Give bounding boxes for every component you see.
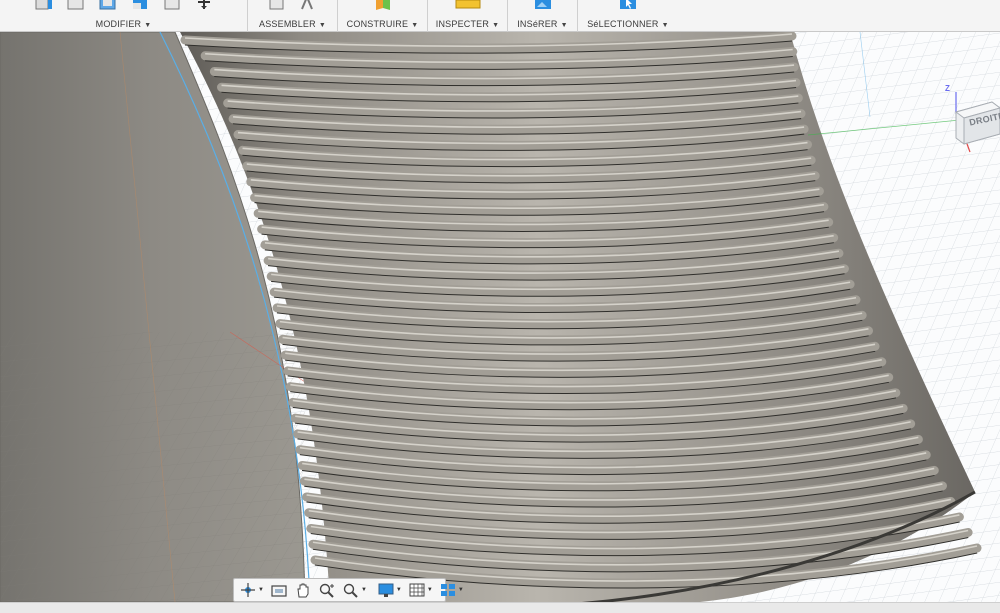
joint-icon[interactable] xyxy=(299,0,319,10)
construire-icons xyxy=(338,0,427,12)
measure-icon[interactable] xyxy=(455,0,481,10)
chevron-down-icon: ▼ xyxy=(318,22,326,29)
grid-settings-button[interactable]: ▼ xyxy=(406,580,435,600)
pan-button[interactable] xyxy=(292,580,314,600)
offset-plane-icon[interactable] xyxy=(373,0,393,10)
look-at-button[interactable] xyxy=(268,580,290,600)
viewports-button[interactable]: ▼ xyxy=(437,580,466,600)
fit-icon xyxy=(343,583,358,598)
group-label-selectionner: SéLECTIONNER ▼ xyxy=(587,19,669,29)
group-assembler[interactable]: ASSEMBLER ▼ xyxy=(248,0,338,32)
chevron-down-icon: ▼ xyxy=(395,587,402,593)
modifier-icons xyxy=(0,0,247,12)
group-inserer[interactable]: INSéRER ▼ xyxy=(508,0,578,32)
chevron-down-icon: ▼ xyxy=(426,587,433,593)
chevron-down-icon: ▼ xyxy=(492,22,500,29)
canvas-viewport[interactable]: DROITE Z X xyxy=(0,32,1000,602)
pan-icon xyxy=(297,583,309,598)
selectionner-icons xyxy=(578,0,678,12)
select-icon[interactable] xyxy=(618,0,638,10)
toolbar-ribbon: MODIFIER ▼ ASSEMBLER ▼ CONSTRUIRE ▼ INSPECT… xyxy=(0,0,1000,32)
insert-image-icon[interactable] xyxy=(533,0,553,10)
group-label-inspecter: INSPECTER ▼ xyxy=(435,19,500,29)
group-modifier[interactable]: MODIFIER ▼ xyxy=(0,0,248,32)
model-scene[interactable] xyxy=(0,32,1000,602)
chevron-down-icon: ▼ xyxy=(411,22,419,29)
shell-icon[interactable] xyxy=(130,0,150,10)
group-construire[interactable]: CONSTRUIRE ▼ xyxy=(338,0,428,32)
group-label-inserer: INSéRER ▼ xyxy=(517,19,568,29)
group-selectionner[interactable]: SéLECTIONNER ▼ xyxy=(578,0,678,32)
fillet-icon[interactable] xyxy=(66,0,86,10)
chevron-down-icon: ▼ xyxy=(560,22,568,29)
group-label-modifier: MODIFIER ▼ xyxy=(95,19,152,29)
viewports-icon xyxy=(440,584,455,596)
display-settings-icon xyxy=(378,583,394,597)
chevron-down-icon: ▼ xyxy=(258,587,264,593)
chevron-down-icon: ▼ xyxy=(144,22,152,29)
group-inspecter[interactable]: INSPECTER ▼ xyxy=(428,0,508,32)
chevron-down-icon: ▼ xyxy=(661,22,669,29)
grid-settings-icon xyxy=(409,583,425,597)
zoom-button[interactable] xyxy=(316,580,338,600)
navigation-bar: ▼ ▼ ▼ ▼ ▼ xyxy=(233,578,464,602)
inserer-icons xyxy=(508,0,577,12)
chevron-down-icon: ▼ xyxy=(457,587,464,593)
chamfer-icon[interactable] xyxy=(98,0,118,10)
zoom-icon xyxy=(319,583,334,598)
new-component-icon[interactable] xyxy=(267,0,287,10)
status-strip xyxy=(0,602,1000,613)
move-icon[interactable] xyxy=(194,0,214,10)
group-label-construire: CONSTRUIRE ▼ xyxy=(346,19,419,29)
group-label-assembler: ASSEMBLER ▼ xyxy=(259,19,326,29)
inspecter-icons xyxy=(428,0,507,12)
display-settings-button[interactable]: ▼ xyxy=(375,580,404,600)
fit-button[interactable]: ▼ xyxy=(340,580,369,600)
look-at-icon xyxy=(271,585,287,597)
orbit-button[interactable]: ▼ xyxy=(237,580,266,600)
orbit-icon xyxy=(241,583,255,597)
chevron-down-icon: ▼ xyxy=(360,587,367,593)
split-body-icon[interactable] xyxy=(162,0,182,10)
assembler-icons xyxy=(248,0,337,12)
axis-z-label: Z xyxy=(945,84,950,93)
press-pull-icon[interactable] xyxy=(34,0,54,10)
